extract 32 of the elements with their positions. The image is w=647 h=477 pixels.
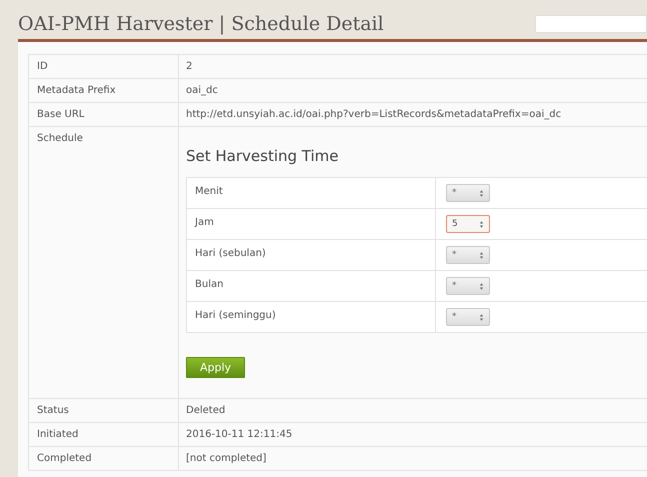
select-field[interactable]: * bbox=[446, 277, 490, 295]
spinner-icon bbox=[479, 220, 484, 228]
field-label: Jam bbox=[195, 217, 214, 228]
field-label: Completed bbox=[37, 453, 92, 464]
field-value: 2016-10-11 12:11:45 bbox=[186, 429, 292, 440]
apply-button[interactable]: Apply bbox=[186, 357, 246, 378]
page-title: OAI-PMH Harvester | Schedule Detail bbox=[18, 12, 385, 34]
search-field[interactable] bbox=[535, 14, 647, 32]
field-label: Hari (sebulan) bbox=[195, 248, 266, 259]
field-value: Deleted bbox=[186, 405, 226, 416]
spinner-icon bbox=[479, 312, 484, 322]
field-label: Initiated bbox=[37, 429, 78, 440]
field-label: ID bbox=[37, 61, 48, 72]
section-heading: Set Harvesting Time bbox=[186, 147, 340, 165]
select-field[interactable]: * bbox=[446, 308, 490, 326]
select-field[interactable]: * bbox=[446, 184, 490, 202]
field-label: Schedule bbox=[37, 133, 83, 144]
spinner-icon bbox=[479, 250, 484, 260]
spinner-icon bbox=[479, 282, 484, 290]
field-value: http://etd.unsyiah.ac.id/oai.php?verb=ListRecords&metadataPrefix=oai_dc bbox=[186, 109, 562, 120]
select-field[interactable]: * bbox=[446, 246, 490, 264]
field-label: Bulan bbox=[195, 279, 224, 290]
field-label: Hari (seminggu) bbox=[195, 310, 276, 321]
field-label: Menit bbox=[195, 186, 223, 197]
field-label: Status bbox=[37, 405, 69, 416]
field-label: Base URL bbox=[37, 109, 84, 120]
spinner-icon bbox=[479, 188, 484, 198]
field-value: [not completed] bbox=[186, 453, 266, 464]
select-field[interactable]: 5 bbox=[446, 215, 490, 233]
field-value: oai_dc bbox=[186, 85, 218, 96]
field-value: 2 bbox=[186, 61, 192, 72]
field-label: Metadata Prefix bbox=[37, 85, 116, 96]
